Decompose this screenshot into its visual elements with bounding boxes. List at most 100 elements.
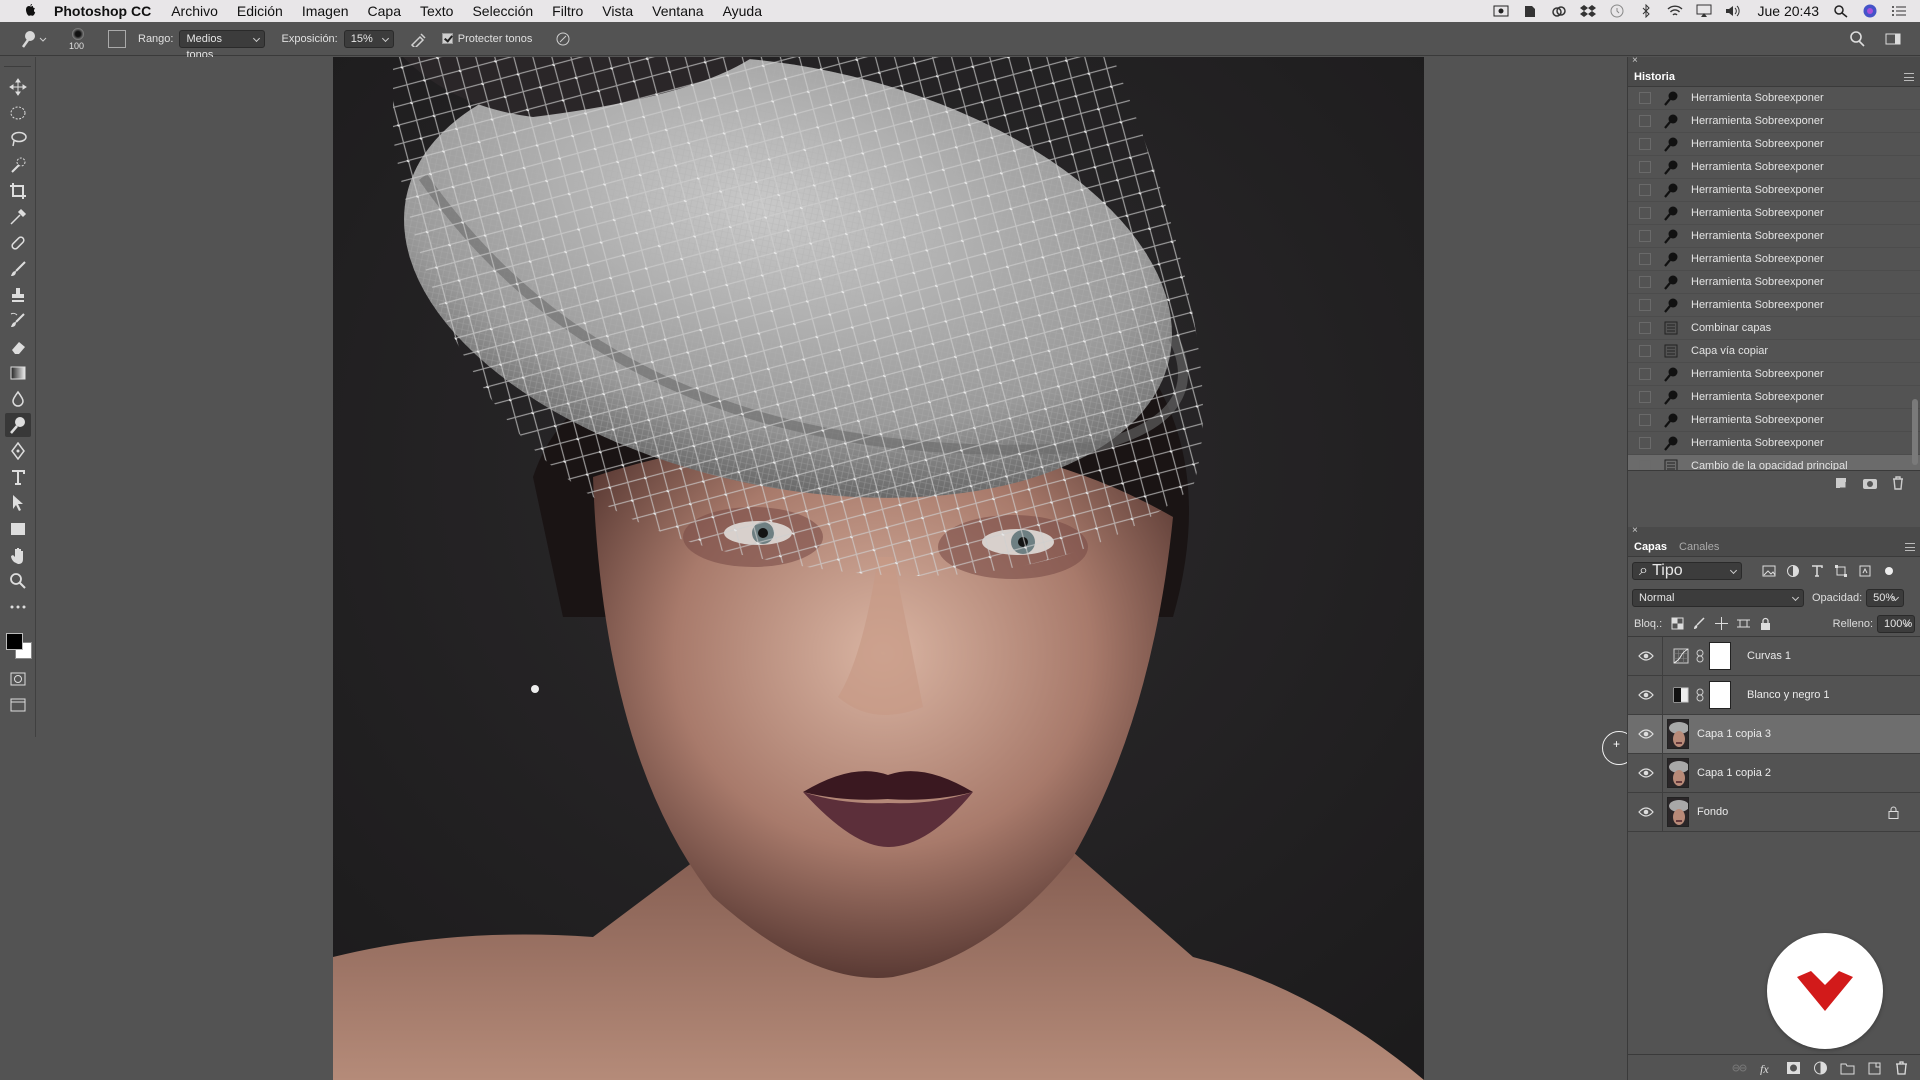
history-item[interactable]: Herramienta Sobreexponer xyxy=(1628,294,1920,317)
eraser-tool[interactable] xyxy=(5,335,31,359)
new-group-folder-icon[interactable] xyxy=(1840,1061,1855,1075)
new-document-from-state-icon[interactable] xyxy=(1834,476,1850,490)
layer-row[interactable]: Capa 1 copia 3 xyxy=(1628,714,1920,754)
history-state-checkbox[interactable] xyxy=(1639,391,1651,403)
app-name-menu[interactable]: Photoshop CC xyxy=(54,3,151,19)
eye-visibility-icon[interactable] xyxy=(1638,728,1654,740)
lock-artboard-icon[interactable] xyxy=(1737,617,1751,630)
tab-capas[interactable]: Capas xyxy=(1634,541,1667,553)
hand-tool[interactable] xyxy=(5,543,31,567)
range-select[interactable]: Medios tonos xyxy=(179,29,266,61)
history-item[interactable]: Herramienta Sobreexponer xyxy=(1628,110,1920,133)
more-tools[interactable] xyxy=(5,595,31,619)
new-layer-icon[interactable] xyxy=(1867,1061,1882,1075)
quick-mask-toggle[interactable] xyxy=(5,667,31,691)
history-state-checkbox[interactable] xyxy=(1639,460,1651,470)
pressure-size-icon[interactable] xyxy=(554,31,572,47)
history-item[interactable]: Herramienta Sobreexponer xyxy=(1628,248,1920,271)
layer-name[interactable]: Fondo xyxy=(1697,806,1728,818)
menu-filtro[interactable]: Filtro xyxy=(552,3,583,19)
history-state-checkbox[interactable] xyxy=(1639,437,1651,449)
history-item[interactable]: Herramienta Sobreexponer xyxy=(1628,87,1920,110)
document-canvas[interactable] xyxy=(37,57,1627,1080)
menu-seleccion[interactable]: Selección xyxy=(472,3,533,19)
close-panel-icon[interactable]: × xyxy=(1632,55,1638,66)
history-item[interactable]: Herramienta Sobreexponer xyxy=(1628,156,1920,179)
lock-icon[interactable] xyxy=(1888,806,1899,819)
filter-type-icon[interactable] xyxy=(1810,564,1824,578)
mask-link-chain-icon[interactable] xyxy=(1695,688,1705,702)
filter-smart-object-icon[interactable] xyxy=(1858,564,1872,578)
path-selection-tool[interactable] xyxy=(5,491,31,515)
layer-row[interactable]: Curvas 1 xyxy=(1628,636,1920,676)
history-item[interactable]: Herramienta Sobreexponer xyxy=(1628,179,1920,202)
history-state-checkbox[interactable] xyxy=(1639,253,1651,265)
menu-imagen[interactable]: Imagen xyxy=(302,3,349,19)
layer-mask-thumbnail[interactable] xyxy=(1709,642,1731,670)
brush-tool[interactable] xyxy=(5,257,31,281)
history-item[interactable]: Herramienta Sobreexponer xyxy=(1628,225,1920,248)
eye-visibility-icon[interactable] xyxy=(1638,689,1654,701)
dodge-tool-preset-icon[interactable] xyxy=(20,28,48,50)
history-item[interactable]: Combinar capas xyxy=(1628,317,1920,340)
layer-style-fx-icon[interactable]: fx xyxy=(1759,1061,1774,1075)
brush-panel-toggle[interactable] xyxy=(108,29,126,48)
rectangle-tool[interactable] xyxy=(5,517,31,541)
layer-name[interactable]: Capa 1 copia 3 xyxy=(1697,728,1771,740)
history-state-checkbox[interactable] xyxy=(1639,161,1651,173)
history-item[interactable]: Capa vía copiar xyxy=(1628,340,1920,363)
creative-cloud-icon[interactable] xyxy=(1551,4,1567,18)
filter-shape-icon[interactable] xyxy=(1834,564,1848,578)
fill-field[interactable]: 100% xyxy=(1877,614,1915,633)
delete-layer-trash-icon[interactable] xyxy=(1894,1060,1909,1075)
quick-selection-tool[interactable] xyxy=(5,153,31,177)
filter-pixel-icon[interactable] xyxy=(1762,564,1776,578)
menu-texto[interactable]: Texto xyxy=(420,3,453,19)
clone-stamp-tool[interactable] xyxy=(5,283,31,307)
siri-icon[interactable] xyxy=(1862,4,1878,18)
layer-filter-select[interactable]: ⌕ Tipo xyxy=(1632,562,1742,580)
menu-archivo[interactable]: Archivo xyxy=(171,3,218,19)
eye-visibility-icon[interactable] xyxy=(1638,806,1654,818)
lock-transparent-pixels-icon[interactable] xyxy=(1671,617,1684,630)
layer-name[interactable]: Capa 1 copia 2 xyxy=(1697,767,1771,779)
pen-tool[interactable] xyxy=(5,439,31,463)
exposure-select[interactable]: 15% xyxy=(343,29,394,48)
screen-record-icon[interactable] xyxy=(1493,4,1509,18)
lock-all-icon[interactable] xyxy=(1759,617,1772,630)
protect-tones-checkbox[interactable] xyxy=(441,33,453,44)
time-machine-icon[interactable] xyxy=(1609,4,1625,18)
lasso-tool[interactable] xyxy=(5,127,31,151)
layers-panel-menu-icon[interactable] xyxy=(1905,543,1915,551)
tools-panel-grip[interactable] xyxy=(4,59,31,67)
filter-adjustment-icon[interactable] xyxy=(1786,564,1800,578)
tab-canales[interactable]: Canales xyxy=(1679,541,1719,553)
dropbox-icon[interactable] xyxy=(1579,4,1596,18)
healing-brush-tool[interactable] xyxy=(5,231,31,255)
wifi-icon[interactable] xyxy=(1667,4,1683,18)
history-state-checkbox[interactable] xyxy=(1639,368,1651,380)
history-brush-tool[interactable] xyxy=(5,309,31,333)
lock-image-pixels-icon[interactable] xyxy=(1693,617,1706,630)
history-item[interactable]: Herramienta Sobreexponer xyxy=(1628,363,1920,386)
history-item[interactable]: Herramienta Sobreexponer xyxy=(1628,133,1920,156)
search-icon[interactable] xyxy=(1848,30,1866,48)
zoom-tool[interactable] xyxy=(5,569,31,593)
history-state-checkbox[interactable] xyxy=(1639,207,1651,219)
history-state-checkbox[interactable] xyxy=(1639,115,1651,127)
layer-mask-thumbnail[interactable] xyxy=(1709,681,1731,709)
marquee-tool[interactable] xyxy=(5,101,31,125)
history-item[interactable]: Cambio de la opacidad principal xyxy=(1628,455,1920,470)
eyedropper-tool[interactable] xyxy=(5,205,31,229)
eye-visibility-icon[interactable] xyxy=(1638,767,1654,779)
blur-tool[interactable] xyxy=(5,387,31,411)
history-item[interactable]: Herramienta Sobreexponer xyxy=(1628,202,1920,225)
dodge-tool[interactable] xyxy=(5,413,31,437)
link-layers-icon[interactable] xyxy=(1732,1061,1747,1075)
layer-row[interactable]: Blanco y negro 1 xyxy=(1628,675,1920,715)
close-layers-panel-icon[interactable]: × xyxy=(1632,525,1638,536)
history-state-checkbox[interactable] xyxy=(1639,299,1651,311)
add-mask-icon[interactable] xyxy=(1786,1061,1801,1075)
menu-ventana[interactable]: Ventana xyxy=(652,3,703,19)
layer-row[interactable]: Capa 1 copia 2 xyxy=(1628,753,1920,793)
